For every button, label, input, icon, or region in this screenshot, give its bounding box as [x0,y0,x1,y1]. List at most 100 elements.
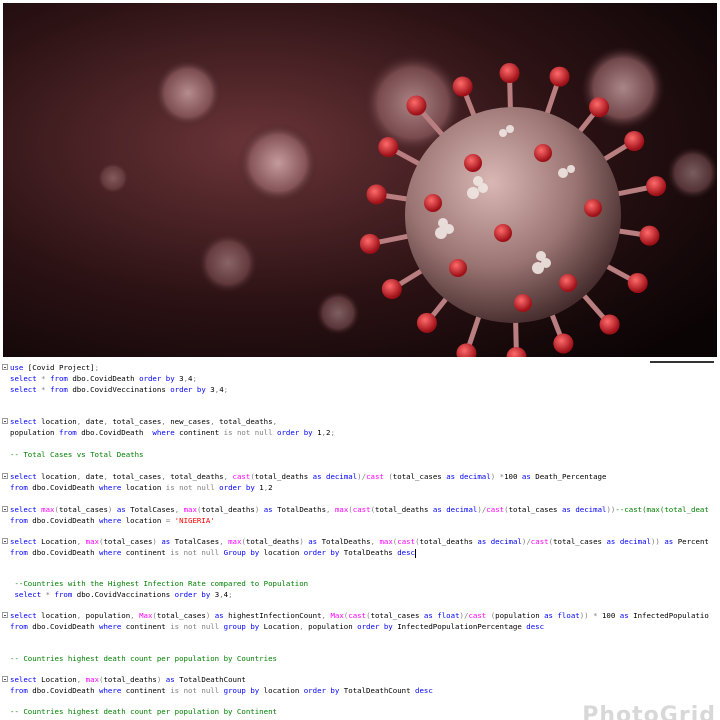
virus-spike-head [646,176,667,197]
token-kw: as [561,505,571,514]
token-id: location [259,686,304,695]
token-kw: order by [303,686,340,695]
code-line[interactable]: use [Covid Project]; [0,362,720,373]
token-id: location [36,417,77,426]
code-line[interactable]: select * from dbo.CovidVaccinations orde… [0,589,720,600]
token-kw: where [99,483,122,492]
code-text: select * from dbo.CovidVeccinations orde… [10,384,228,395]
code-line[interactable]: from dbo.CovidDeath where location is no… [0,482,720,493]
token-id: location [259,548,304,557]
token-id: total_deaths [419,537,478,546]
token-id: total_deaths [165,472,224,481]
code-line[interactable]: -- Total Cases vs Total Deaths [0,449,720,460]
virus-spike-head [452,76,473,97]
token-id: location [121,483,166,492]
token-cm: --Countries with the Highest Infection R… [10,579,309,588]
token-id: TotalDeaths [339,548,398,557]
token-op: is not null [170,686,220,695]
token-cm: -- Countries highest death count per pop… [10,654,277,663]
token-id: dbo.CovidDeath [67,374,140,383]
token-kw: from [58,428,77,437]
token-kw: as [619,611,629,620]
code-line[interactable]: select Location, max(total_deaths) as To… [0,674,720,685]
token-fn: cast [348,611,367,620]
token-id: total_cases [553,537,607,546]
code-line[interactable]: select * from dbo.CovidDeath order by 3,… [0,373,720,384]
virus-spike-head [494,224,512,242]
token-op: )/ [477,505,487,514]
photogrid-watermark: PhotoGrid [582,703,716,720]
token-kw: as [521,472,531,481]
code-line[interactable]: -- Countries highest death count per pop… [0,653,720,664]
sql-editor[interactable]: use [Covid Project]; select * from dbo.Co… [0,360,720,720]
token-id: 3 [210,590,220,599]
token-id: TotalCases [125,505,175,514]
token-kw: where [99,622,122,631]
token-id: total_cases [58,505,108,514]
token-kw: decimal [459,472,491,481]
token-fn: Max [139,611,153,620]
token-id: total_cases [508,505,562,514]
collapse-toggle-icon[interactable] [2,538,8,544]
code-text: select location, date, total_cases, tota… [10,471,606,482]
collapse-toggle-icon[interactable] [2,364,8,370]
small-virus-1 [154,59,222,127]
collapse-toggle-icon[interactable] [2,418,8,424]
code-text: --Countries with the Highest Infection R… [10,578,308,589]
virus-spike-head [406,95,427,116]
token-id: dbo.CovidVaccinations [72,590,175,599]
code-line[interactable]: population from dbo.CovidDeath where con… [0,427,720,438]
token-kw: decimal [490,537,522,546]
token-id: location [36,611,77,620]
token-id: population [10,428,59,437]
code-line[interactable]: select Location, max(total_cases) as Tot… [0,536,720,547]
virus-spike-head [464,154,482,172]
code-line[interactable]: select max(total_cases) as TotalCases, m… [0,504,720,515]
token-id: total_deaths [375,505,433,514]
code-line[interactable]: from dbo.CovidDeath where continent is n… [0,621,720,632]
token-id: total_deaths [103,675,157,684]
collapse-toggle-icon[interactable] [2,506,8,512]
token-kw: use [10,363,24,372]
token-kw: order by [219,483,255,492]
token-kw: order by [170,385,206,394]
token-kw: float [557,611,580,620]
token-id: highestInfectionCount [223,611,322,620]
small-virus-5 [198,233,258,293]
code-line[interactable]: from dbo.CovidDeath where continent is n… [0,685,720,696]
token-kw: as [116,505,126,514]
virus-spike-head [553,333,574,354]
token-id: TotalDeaths [272,505,327,514]
token-kw: as [544,611,554,620]
collapse-toggle-icon[interactable] [2,676,8,682]
collapse-toggle-icon[interactable] [2,612,8,618]
token-kw: desc [397,548,416,557]
token-kw: as [423,611,433,620]
token-kw: from [10,622,28,631]
code-line[interactable]: select location, date, total_cases, tota… [0,471,720,482]
token-id: dbo.CovidDeath [76,428,153,437]
virus-spike-head [549,66,570,87]
token-kw: select [10,537,37,546]
code-line[interactable]: from dbo.CovidDeath where continent is n… [0,547,720,558]
code-text: select Location, max(total_cases) as Tot… [10,536,709,547]
code-line[interactable]: select location, population, Max(total_c… [0,610,720,621]
token-id: 1 [312,428,322,437]
token-kw: group by [223,622,260,631]
token-fn: max [183,505,197,514]
code-line[interactable]: --Countries with the Highest Infection R… [0,578,720,589]
code-text: use [Covid Project]; [10,362,99,373]
code-text: from dbo.CovidDeath where continent is n… [10,547,417,558]
token-id: continent [174,428,224,437]
token-kw: as [161,537,171,546]
token-id: population [303,622,358,631]
collapse-toggle-icon[interactable] [2,473,8,479]
code-line[interactable]: select * from dbo.CovidVeccinations orde… [0,384,720,395]
code-line[interactable]: select location, date, total_cases, new_… [0,416,720,427]
token-kw: from [50,385,68,394]
token-kw: float [437,611,460,620]
code-text: select * from dbo.CovidDeath order by 3,… [10,373,197,384]
code-line[interactable]: from dbo.CovidDeath where location = 'NI… [0,515,720,526]
token-str: 'NIGERIA' [174,516,215,525]
token-id: total_deaths [201,505,255,514]
